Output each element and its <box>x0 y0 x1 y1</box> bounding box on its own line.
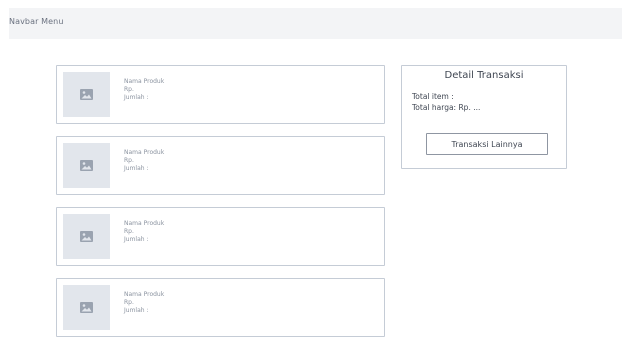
product-price: Rp. <box>124 157 134 164</box>
product-name: Nama Produk <box>124 291 165 298</box>
product-info: Nama Produk Rp. Jumlah : <box>124 149 164 173</box>
total-items: Total item : <box>412 92 454 101</box>
product-quantity: Jumlah : <box>124 165 149 172</box>
product-thumbnail <box>63 214 110 259</box>
product-info: Nama Produk Rp. Jumlah : <box>124 291 164 315</box>
detail-title: Detail Transaksi <box>444 70 524 81</box>
product-card[interactable]: Nama Produk Rp. Jumlah : <box>56 136 385 195</box>
product-name: Nama Produk <box>124 149 165 156</box>
product-name: Nama Produk <box>124 78 165 85</box>
product-card[interactable]: Nama Produk Rp. Jumlah : <box>56 207 385 266</box>
image-placeholder-icon <box>80 160 93 171</box>
product-quantity: Jumlah : <box>124 94 149 101</box>
other-transaction-button[interactable]: Transaksi Lainnya <box>426 133 548 155</box>
transaction-detail-card: Detail Transaksi Total item : Total harg… <box>401 65 567 169</box>
navbar-title[interactable]: Navbar Menu <box>9 17 64 26</box>
product-card[interactable]: Nama Produk Rp. Jumlah : <box>56 65 385 124</box>
product-info: Nama Produk Rp. Jumlah : <box>124 78 164 102</box>
product-price: Rp. <box>124 228 134 235</box>
product-thumbnail <box>63 285 110 330</box>
total-price: Total harga: Rp. ... <box>412 103 481 112</box>
product-price: Rp. <box>124 299 134 306</box>
image-placeholder-icon <box>80 231 93 242</box>
product-list: Nama Produk Rp. Jumlah : Nama Produk Rp.… <box>56 65 385 349</box>
navbar: Navbar Menu <box>9 8 622 39</box>
image-placeholder-icon <box>80 302 93 313</box>
product-name: Nama Produk <box>124 220 165 227</box>
product-price: Rp. <box>124 86 134 93</box>
product-info: Nama Produk Rp. Jumlah : <box>124 220 164 244</box>
image-placeholder-icon <box>80 89 93 100</box>
product-thumbnail <box>63 143 110 188</box>
product-thumbnail <box>63 72 110 117</box>
product-card[interactable]: Nama Produk Rp. Jumlah : <box>56 278 385 337</box>
product-quantity: Jumlah : <box>124 236 149 243</box>
product-quantity: Jumlah : <box>124 307 149 314</box>
